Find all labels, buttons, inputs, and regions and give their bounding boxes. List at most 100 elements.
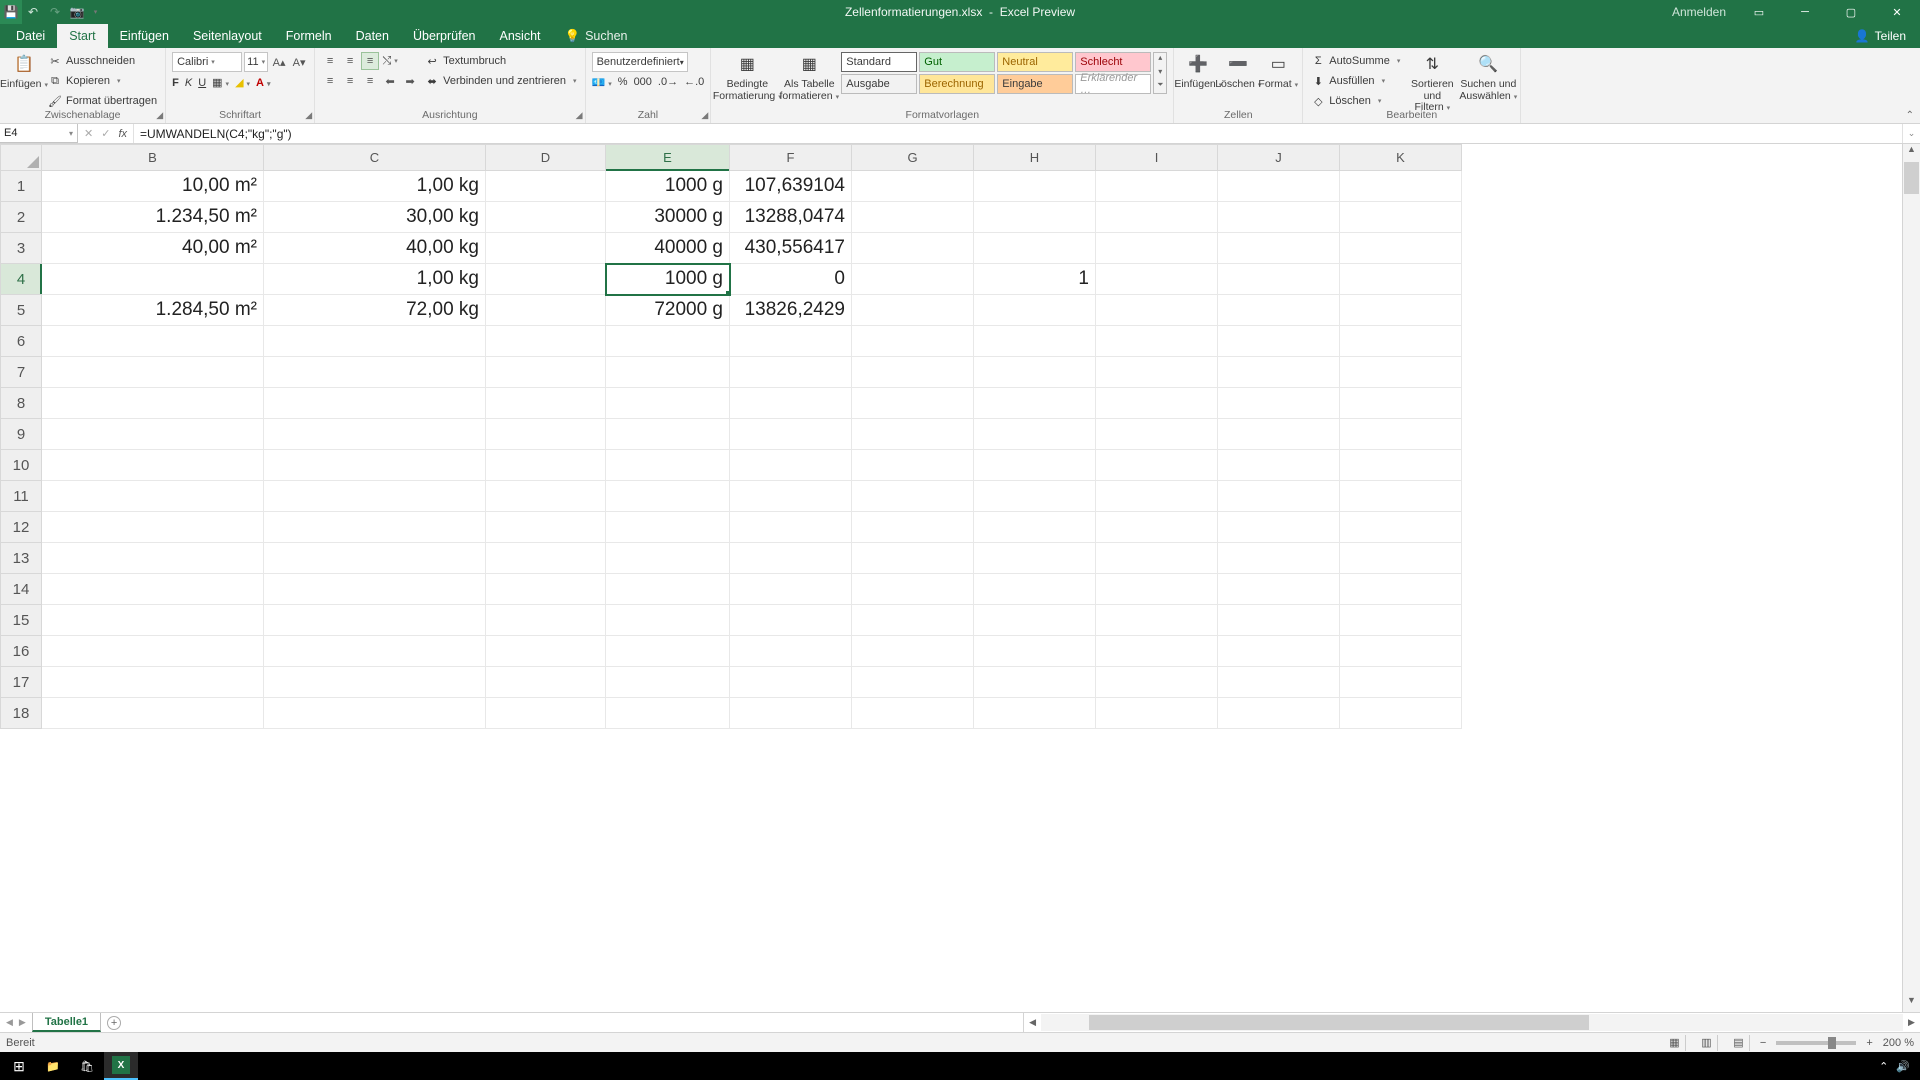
- cell[interactable]: [974, 481, 1096, 512]
- maximize-button[interactable]: ▢: [1828, 0, 1874, 24]
- accounting-format-icon[interactable]: 💶: [592, 76, 612, 89]
- cell[interactable]: [1218, 574, 1340, 605]
- cell[interactable]: [606, 574, 730, 605]
- row-header[interactable]: 17: [1, 667, 42, 698]
- cell[interactable]: 1.284,50 m²: [42, 295, 264, 326]
- cell[interactable]: [852, 388, 974, 419]
- dialog-launcher-icon[interactable]: ◢: [576, 110, 583, 121]
- cell[interactable]: [974, 388, 1096, 419]
- cell[interactable]: 72,00 kg: [264, 295, 486, 326]
- undo-icon[interactable]: ↶: [22, 0, 44, 24]
- cell[interactable]: [852, 357, 974, 388]
- cell[interactable]: [486, 295, 606, 326]
- cell[interactable]: [264, 450, 486, 481]
- increase-decimal-icon[interactable]: .0→: [658, 76, 678, 89]
- zoom-out-icon[interactable]: −: [1760, 1037, 1766, 1049]
- style-ausgabe[interactable]: Ausgabe: [841, 74, 917, 94]
- tab-home[interactable]: Start: [57, 24, 107, 48]
- cell[interactable]: [42, 574, 264, 605]
- cell[interactable]: [486, 264, 606, 295]
- cell[interactable]: [852, 264, 974, 295]
- cell[interactable]: [730, 605, 852, 636]
- cell[interactable]: 0: [730, 264, 852, 295]
- cell[interactable]: [1096, 171, 1218, 202]
- font-color-button[interactable]: A: [256, 77, 270, 89]
- cell[interactable]: [1340, 698, 1462, 729]
- cell[interactable]: [974, 357, 1096, 388]
- row-header[interactable]: 6: [1, 326, 42, 357]
- cell[interactable]: [1096, 357, 1218, 388]
- row-header[interactable]: 3: [1, 233, 42, 264]
- cell[interactable]: 40000 g: [606, 233, 730, 264]
- copy-button[interactable]: ⧉Kopieren: [46, 72, 159, 90]
- cell[interactable]: [606, 667, 730, 698]
- cell[interactable]: [486, 667, 606, 698]
- cell[interactable]: [974, 202, 1096, 233]
- cell[interactable]: [1096, 574, 1218, 605]
- cell[interactable]: [486, 202, 606, 233]
- cell[interactable]: 40,00 kg: [264, 233, 486, 264]
- cell[interactable]: [730, 481, 852, 512]
- cell[interactable]: [974, 698, 1096, 729]
- cell[interactable]: [1218, 698, 1340, 729]
- cell[interactable]: [730, 512, 852, 543]
- cell[interactable]: [1218, 481, 1340, 512]
- style-eingabe[interactable]: Eingabe: [997, 74, 1073, 94]
- ribbon-display-options-icon[interactable]: ▭: [1736, 0, 1782, 24]
- cell[interactable]: 107,639104: [730, 171, 852, 202]
- taskbar-explorer-icon[interactable]: 📁: [36, 1052, 70, 1080]
- style-schlecht[interactable]: Schlecht: [1075, 52, 1151, 72]
- cell[interactable]: [42, 667, 264, 698]
- cell[interactable]: [1096, 636, 1218, 667]
- cell[interactable]: [42, 357, 264, 388]
- column-header[interactable]: K: [1340, 145, 1462, 171]
- qat-customize-icon[interactable]: [88, 0, 100, 24]
- cell[interactable]: [486, 171, 606, 202]
- taskbar-excel-icon[interactable]: X: [104, 1052, 138, 1080]
- cell[interactable]: [1218, 512, 1340, 543]
- cut-button[interactable]: ✂Ausschneiden: [46, 52, 159, 70]
- name-box[interactable]: E4▾: [0, 124, 78, 143]
- align-top-icon[interactable]: ≡: [321, 52, 339, 70]
- cell[interactable]: [42, 605, 264, 636]
- cell[interactable]: [852, 295, 974, 326]
- row-header[interactable]: 5: [1, 295, 42, 326]
- cell[interactable]: [42, 264, 264, 295]
- column-header[interactable]: I: [1096, 145, 1218, 171]
- number-format-dropdown[interactable]: Benutzerdefiniert▾: [592, 52, 688, 72]
- column-header[interactable]: D: [486, 145, 606, 171]
- cell[interactable]: [1218, 450, 1340, 481]
- cell[interactable]: [1340, 450, 1462, 481]
- cell[interactable]: [1218, 202, 1340, 233]
- cell[interactable]: [730, 326, 852, 357]
- cell[interactable]: [1096, 667, 1218, 698]
- cell[interactable]: [730, 450, 852, 481]
- horizontal-scrollbar[interactable]: ◀▶: [1023, 1013, 1920, 1032]
- cell[interactable]: 10,00 m²: [42, 171, 264, 202]
- collapse-ribbon-icon[interactable]: ⌃: [1906, 110, 1914, 121]
- cell[interactable]: [42, 326, 264, 357]
- cell[interactable]: [486, 512, 606, 543]
- cell[interactable]: 1: [974, 264, 1096, 295]
- cell[interactable]: [1218, 295, 1340, 326]
- cell[interactable]: [730, 698, 852, 729]
- cell[interactable]: [264, 481, 486, 512]
- cell[interactable]: [486, 636, 606, 667]
- comma-format-icon[interactable]: 000: [634, 76, 652, 89]
- cell[interactable]: [1340, 605, 1462, 636]
- percent-format-icon[interactable]: %: [618, 76, 628, 89]
- cell[interactable]: [606, 512, 730, 543]
- cell[interactable]: [486, 233, 606, 264]
- cell[interactable]: [606, 450, 730, 481]
- decrease-font-icon[interactable]: A▾: [290, 53, 308, 71]
- cell[interactable]: [974, 667, 1096, 698]
- cell[interactable]: [1218, 233, 1340, 264]
- insert-function-icon[interactable]: fx: [118, 128, 127, 140]
- column-header[interactable]: E: [606, 145, 730, 171]
- underline-button[interactable]: U: [198, 77, 206, 89]
- cell[interactable]: [1096, 202, 1218, 233]
- cell[interactable]: [1096, 481, 1218, 512]
- cell[interactable]: [42, 636, 264, 667]
- cell[interactable]: [852, 698, 974, 729]
- row-header[interactable]: 16: [1, 636, 42, 667]
